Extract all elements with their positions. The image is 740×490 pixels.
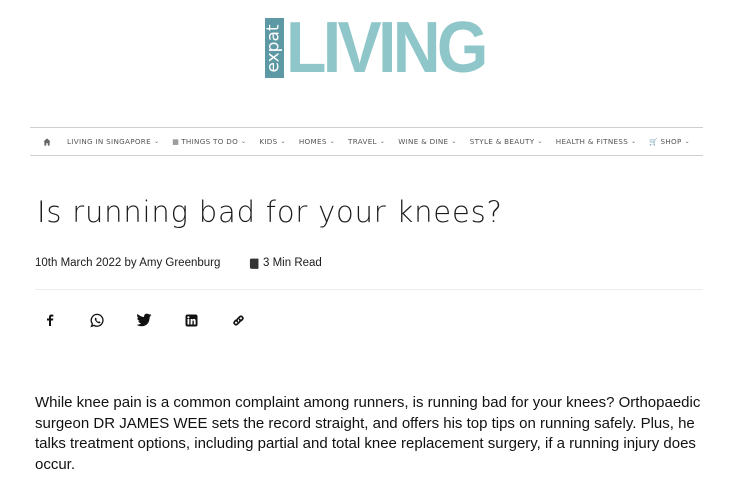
article-title: Is running bad for your knees? bbox=[37, 195, 503, 229]
chevron-down-icon: ⌄ bbox=[329, 138, 336, 145]
chevron-down-icon: ⌄ bbox=[684, 138, 690, 145]
link-icon[interactable] bbox=[229, 311, 247, 329]
cart-icon: 🛒 bbox=[649, 137, 659, 146]
nav-item[interactable]: 🛒 SHOP ⌄ bbox=[649, 137, 690, 146]
nav-item-label: WINE & DINE bbox=[398, 137, 449, 146]
meta-divider bbox=[35, 289, 703, 290]
chevron-down-icon: ⌄ bbox=[280, 138, 286, 145]
twitter-icon[interactable] bbox=[135, 311, 153, 329]
nav-item[interactable]: KIDS ⌄ bbox=[259, 137, 285, 146]
nav-item-label: SHOP bbox=[660, 137, 682, 146]
chevron-down-icon: ⌄ bbox=[631, 138, 637, 145]
chevron-down-icon: ⌄ bbox=[537, 138, 543, 145]
nav-item[interactable]: HEALTH & FITNESS ⌄ bbox=[556, 137, 637, 146]
nav-item[interactable]: LIVING IN SINGAPORE ⌄ bbox=[67, 137, 159, 146]
article-intro: While knee pain is a common complaint am… bbox=[35, 394, 701, 473]
chevron-down-icon: ⌄ bbox=[153, 138, 160, 145]
chevron-down-icon: ⌄ bbox=[451, 138, 457, 145]
home-icon[interactable] bbox=[43, 137, 51, 146]
nav-item[interactable]: TRAVEL ⌄ bbox=[348, 137, 385, 146]
main-nav: LIVING IN SINGAPORE ⌄ ▦ THINGS TO DO ⌄ KIDS ⌄ H… bbox=[30, 127, 703, 156]
nav-item[interactable]: HOMES ⌄ bbox=[299, 137, 335, 146]
article-byline: 10th March 2022 by Amy Greenburg bbox=[35, 257, 221, 269]
logo-expat-text: expat bbox=[265, 23, 284, 73]
whatsapp-icon[interactable] bbox=[88, 311, 106, 329]
logo-expat-block: expat bbox=[265, 18, 284, 78]
chevron-down-icon: ⌄ bbox=[379, 138, 386, 145]
nav-item-label: THINGS TO DO bbox=[181, 137, 239, 146]
nav-item-label: HOMES bbox=[298, 137, 327, 146]
nav-item-label: STYLE & BEAUTY bbox=[469, 137, 535, 146]
nav-item-label: HEALTH & FITNESS bbox=[555, 137, 629, 146]
read-time: 3 Min Read bbox=[249, 257, 322, 269]
nav-item-label: TRAVEL bbox=[348, 137, 377, 146]
site-logo[interactable]: expat LIVING bbox=[265, 8, 502, 88]
read-time-label: 3 Min Read bbox=[263, 257, 322, 269]
nav-item-label: LIVING IN SINGAPORE bbox=[67, 137, 151, 146]
nav-item-label: KIDS bbox=[259, 137, 278, 146]
logo-living-text: LIVING bbox=[286, 8, 488, 88]
book-icon bbox=[249, 258, 259, 269]
nav-item[interactable]: WINE & DINE ⌄ bbox=[398, 137, 457, 146]
nav-item[interactable]: ▦ THINGS TO DO ⌄ bbox=[172, 137, 246, 146]
nav-item[interactable]: STYLE & BEAUTY ⌄ bbox=[470, 137, 543, 146]
linkedin-icon[interactable] bbox=[182, 311, 200, 329]
chevron-down-icon: ⌄ bbox=[241, 138, 247, 145]
calendar-icon: ▦ bbox=[172, 137, 180, 146]
facebook-icon[interactable] bbox=[41, 311, 59, 329]
